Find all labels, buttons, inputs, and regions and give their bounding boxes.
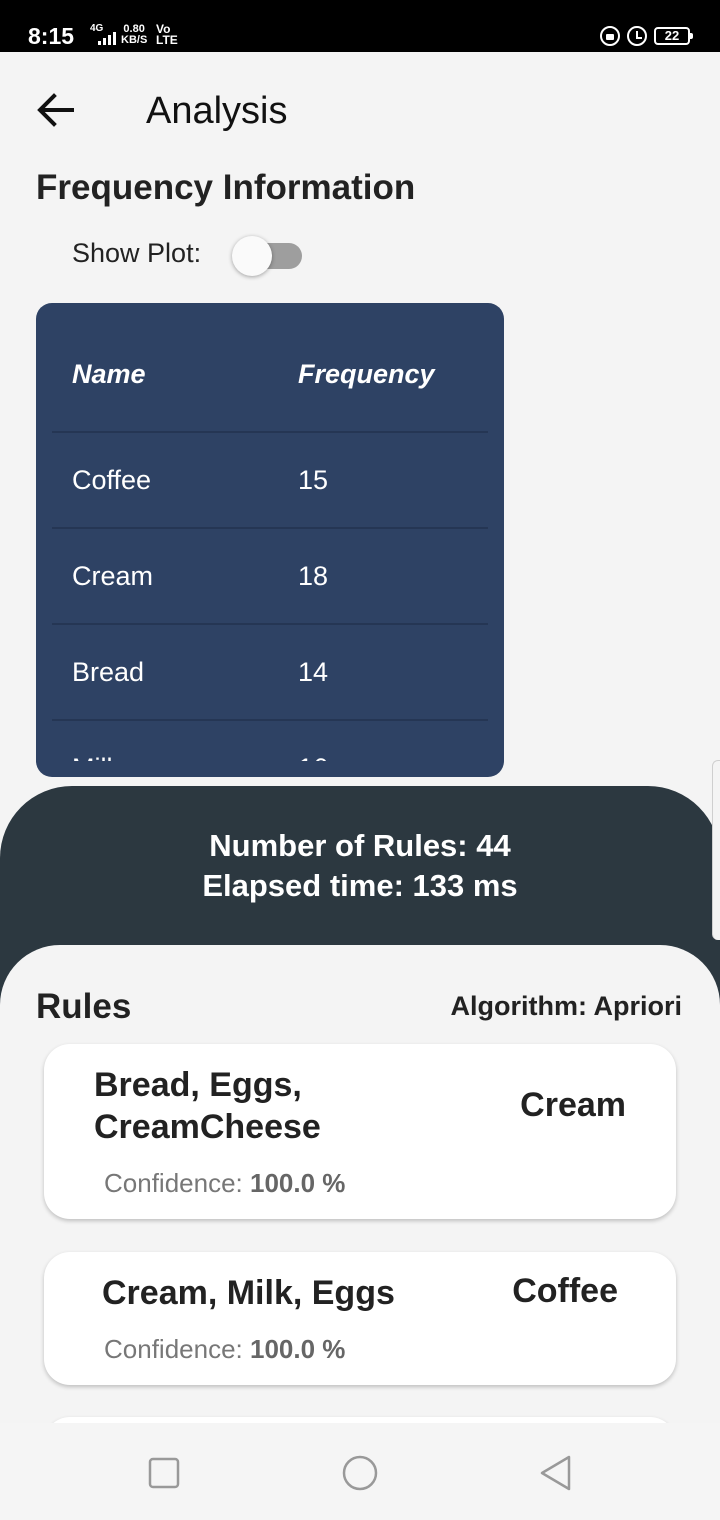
back-triangle-icon — [540, 1455, 571, 1491]
volte-indicator: Vo LTE — [156, 23, 178, 47]
table-body[interactable]: Coffee 15 Cream 18 Bread 14 Milk 16 — [52, 431, 488, 761]
rule-card[interactable]: Cream, Milk, Eggs Coffee Confidence: 100… — [44, 1252, 676, 1385]
recents-square-icon — [148, 1457, 180, 1489]
table-row: Coffee 15 — [52, 431, 488, 527]
home-circle-icon — [342, 1455, 378, 1491]
network-speed: 0.80 KB/S — [121, 24, 147, 46]
back-button[interactable] — [32, 86, 80, 134]
confidence-label: Confidence: — [104, 1168, 243, 1198]
app-bar: Analysis — [0, 52, 720, 168]
battery-icon: 22 — [654, 27, 693, 45]
table-row: Cream 18 — [52, 527, 488, 623]
confidence-label: Confidence: — [104, 1334, 243, 1364]
arrow-left-icon — [37, 93, 74, 127]
recents-button[interactable] — [144, 1453, 184, 1493]
table-header: Name Frequency — [36, 303, 504, 433]
cell-name: Cream — [72, 561, 154, 591]
toggle-knob — [232, 236, 272, 276]
antecedent-line: Bread, Eggs, — [94, 1066, 302, 1104]
rule-consequent: Coffee — [512, 1272, 618, 1310]
cell-frequency: 15 — [298, 465, 329, 495]
volte-line2: LTE — [156, 33, 178, 47]
rule-antecedent: Cream, Milk, Eggs — [102, 1272, 395, 1314]
cell-name: Coffee — [72, 465, 152, 495]
cell-frequency: 18 — [298, 561, 329, 591]
table-row: Milk 16 — [52, 719, 488, 761]
column-header-name: Name — [72, 359, 146, 389]
rule-card[interactable]: Bread, Eggs, CreamCheese Cream Confidenc… — [44, 1044, 676, 1219]
frequency-table: Name Frequency Coffee 15 Cream 18 Bread … — [36, 303, 504, 777]
rule-consequent: Cream — [520, 1086, 626, 1124]
rules-count: Number of Rules: 44 — [209, 828, 511, 863]
elapsed-time: Elapsed time: 133 ms — [202, 868, 518, 903]
antecedent-line: Cream, Milk, Eggs — [102, 1274, 395, 1312]
frequency-section-title: Frequency Information — [36, 168, 416, 207]
rule-confidence: Confidence: 100.0 % — [104, 1168, 345, 1199]
confidence-value: 100.0 % — [250, 1334, 346, 1364]
show-plot-label: Show Plot: — [72, 238, 202, 268]
rule-antecedent: Bread, Eggs, CreamCheese — [94, 1064, 321, 1148]
algorithm-label: Algorithm: Apriori — [450, 991, 682, 1021]
signal-icon — [98, 32, 116, 45]
home-button[interactable] — [340, 1453, 380, 1493]
lock-icon — [600, 26, 620, 46]
status-icons: 22 — [600, 26, 693, 46]
confidence-value: 100.0 % — [250, 1168, 346, 1198]
page-title: Analysis — [146, 90, 288, 132]
show-plot-toggle[interactable] — [232, 236, 304, 276]
rule-confidence: Confidence: 100.0 % — [104, 1334, 345, 1365]
alarm-icon — [627, 26, 647, 46]
navigation-bar — [0, 1423, 720, 1520]
rules-title: Rules — [36, 987, 132, 1026]
cell-name: Milk — [72, 753, 120, 761]
column-header-frequency: Frequency — [298, 359, 435, 389]
antecedent-line: CreamCheese — [94, 1108, 321, 1146]
cell-frequency: 16 — [298, 753, 328, 761]
status-bar: 8:15 4G 0.80 KB/S Vo LTE 22 — [0, 0, 720, 52]
network-speed-unit: KB/S — [121, 34, 148, 46]
cell-name: Bread — [72, 657, 145, 687]
summary-text: Number of Rules: 44 Elapsed time: 133 ms — [0, 826, 720, 906]
cell-frequency: 14 — [298, 657, 329, 687]
status-time: 8:15 — [28, 23, 75, 49]
table-row: Bread 14 — [52, 623, 488, 719]
back-nav-button[interactable] — [536, 1453, 576, 1493]
